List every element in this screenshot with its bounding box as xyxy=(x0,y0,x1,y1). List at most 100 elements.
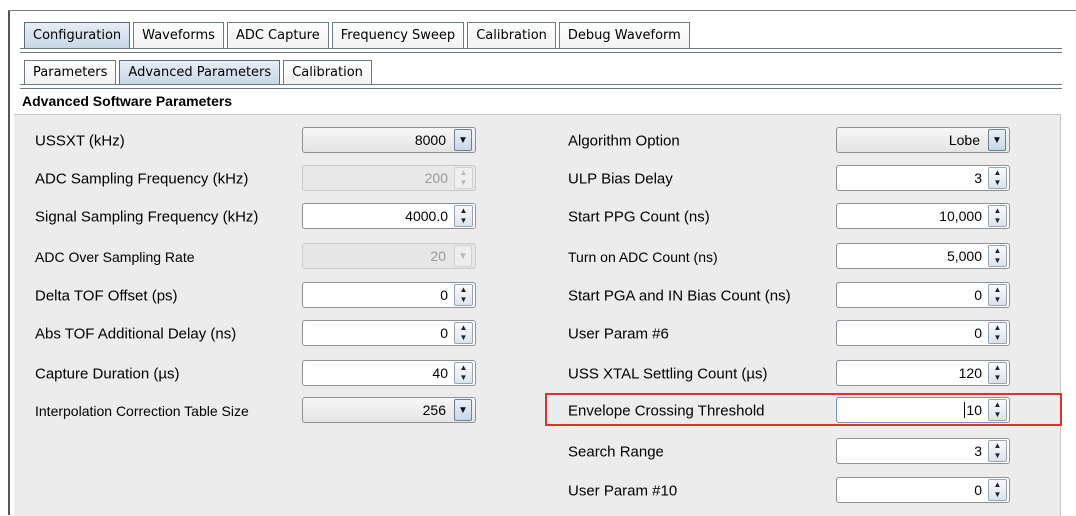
subtab-parameters[interactable]: Parameters xyxy=(24,60,117,85)
param-label: User Param #6 xyxy=(568,325,669,343)
param-row-turn-on-adc-count: Turn on ADC Count (ns) 5,000 ▲ ▼ xyxy=(560,241,1030,273)
tab-waveforms[interactable]: Waveforms xyxy=(133,22,224,49)
combo-value: 8000 xyxy=(414,132,446,148)
sub-tab-bar: Parameters Advanced Parameters Calibrati… xyxy=(24,60,375,85)
spinner-arrows-icon: ▲ ▼ xyxy=(454,167,473,189)
abs-tof-additional-delay-spinner[interactable]: 0 ▲ ▼ xyxy=(302,320,476,346)
capture-duration-spinner[interactable]: 40 ▲ ▼ xyxy=(302,360,476,386)
spinner-value[interactable]: 0 xyxy=(974,482,988,498)
chevron-down-icon[interactable]: ▼ xyxy=(988,129,1006,151)
turn-on-adc-count-spinner[interactable]: 5,000 ▲ ▼ xyxy=(836,243,1010,269)
param-label: Search Range xyxy=(568,443,664,461)
chevron-down-icon[interactable]: ▼ xyxy=(454,129,472,151)
param-label: Signal Sampling Frequency (kHz) xyxy=(35,208,259,226)
interpolation-table-size-combo[interactable]: 256 ▼ xyxy=(302,397,476,423)
start-ppg-count-spinner[interactable]: 10,000 ▲ ▼ xyxy=(836,203,1010,229)
spinner-value[interactable]: 10,000 xyxy=(939,208,988,224)
param-row-search-range: Search Range 3 ▲ ▼ xyxy=(560,436,1030,468)
spinner-arrows-icon[interactable]: ▲ ▼ xyxy=(454,205,473,227)
spinner-value[interactable]: 4000.0 xyxy=(405,208,454,224)
adc-over-sampling-rate-combo: 20 ▼ xyxy=(302,243,476,269)
param-row-signal-sampling-frequency: Signal Sampling Frequency (kHz) 4000.0 ▲… xyxy=(14,201,484,233)
main-tab-bar: Configuration Waveforms ADC Capture Freq… xyxy=(24,22,693,49)
param-row-adc-sampling-frequency: ADC Sampling Frequency (kHz) 200 ▲ ▼ xyxy=(14,163,484,195)
param-row-ulp-bias-delay: ULP Bias Delay 3 ▲ ▼ xyxy=(560,163,1030,195)
spinner-arrows-icon[interactable]: ▲ ▼ xyxy=(988,284,1007,306)
param-label: USS XTAL Settling Count (µs) xyxy=(568,365,768,383)
param-row-user-param-6: User Param #6 0 ▲ ▼ xyxy=(560,318,1030,350)
param-label: Algorithm Option xyxy=(568,132,680,150)
param-label: USSXT (kHz) xyxy=(35,132,125,150)
spinner-arrows-icon[interactable]: ▲ ▼ xyxy=(988,440,1007,462)
signal-sampling-frequency-spinner[interactable]: 4000.0 ▲ ▼ xyxy=(302,203,476,229)
sub-tab-divider xyxy=(20,84,1062,85)
delta-tof-offset-spinner[interactable]: 0 ▲ ▼ xyxy=(302,282,476,308)
main-tab-divider-inner xyxy=(20,52,1062,53)
param-row-interpolation-correction-table-size: Interpolation Correction Table Size 256 … xyxy=(14,395,484,427)
param-label: Capture Duration (µs) xyxy=(35,365,180,383)
param-row-algorithm-option: Algorithm Option Lobe ▼ xyxy=(560,125,1030,157)
spinner-arrows-icon[interactable]: ▲ ▼ xyxy=(454,362,473,384)
sub-tab-divider-inner xyxy=(20,88,1062,89)
tab-configuration[interactable]: Configuration xyxy=(24,22,131,49)
param-label: User Param #10 xyxy=(568,482,678,500)
tab-frequency-sweep[interactable]: Frequency Sweep xyxy=(331,22,465,49)
ussxt-combo[interactable]: 8000 ▼ xyxy=(302,127,476,153)
spinner-arrows-icon[interactable]: ▲ ▼ xyxy=(988,479,1007,501)
section-title: Advanced Software Parameters xyxy=(22,93,233,109)
combo-value: Lobe xyxy=(948,132,980,148)
spinner-value[interactable]: 40 xyxy=(432,365,454,381)
main-tab-divider xyxy=(20,48,1062,49)
spinner-arrows-icon[interactable]: ▲ ▼ xyxy=(988,167,1007,189)
param-label: Abs TOF Additional Delay (ns) xyxy=(35,325,237,343)
chevron-down-icon[interactable]: ▼ xyxy=(454,399,472,421)
algorithm-option-combo[interactable]: Lobe ▼ xyxy=(836,127,1010,153)
spinner-arrows-icon[interactable]: ▲ ▼ xyxy=(454,322,473,344)
combo-value: 256 xyxy=(422,402,446,418)
uss-xtal-settling-count-spinner[interactable]: 120 ▲ ▼ xyxy=(836,360,1010,386)
param-row-user-param-10: User Param #10 0 ▲ ▼ xyxy=(560,475,1030,507)
spinner-arrows-icon[interactable]: ▲ ▼ xyxy=(988,205,1007,227)
param-label: Turn on ADC Count (ns) xyxy=(568,249,718,265)
spinner-arrows-icon[interactable]: ▲ ▼ xyxy=(454,284,473,306)
tab-calibration[interactable]: Calibration xyxy=(467,22,556,49)
param-label: ADC Over Sampling Rate xyxy=(35,249,195,265)
start-pga-in-bias-count-spinner[interactable]: 0 ▲ ▼ xyxy=(836,282,1010,308)
combo-value: 20 xyxy=(430,248,446,264)
spinner-value[interactable]: 3 xyxy=(974,170,988,186)
param-label: ADC Sampling Frequency (kHz) xyxy=(35,170,249,188)
chevron-down-icon: ▼ xyxy=(454,245,472,267)
param-row-adc-over-sampling-rate: ADC Over Sampling Rate 20 ▼ xyxy=(14,241,484,273)
param-row-uss-xtal-settling-count: USS XTAL Settling Count (µs) 120 ▲ ▼ xyxy=(560,358,1030,390)
subtab-calibration[interactable]: Calibration xyxy=(283,60,372,85)
spinner-value[interactable]: 0 xyxy=(974,325,988,341)
param-row-start-pga-in-bias-count: Start PGA and IN Bias Count (ns) 0 ▲ ▼ xyxy=(560,280,1030,312)
user-param-10-spinner[interactable]: 0 ▲ ▼ xyxy=(836,477,1010,503)
spinner-arrows-icon[interactable]: ▲ ▼ xyxy=(988,322,1007,344)
spinner-value: 200 xyxy=(424,170,448,186)
param-row-capture-duration: Capture Duration (µs) 40 ▲ ▼ xyxy=(14,358,484,390)
param-label: ULP Bias Delay xyxy=(568,170,673,188)
tab-debug-waveform[interactable]: Debug Waveform xyxy=(558,22,690,49)
param-row-abs-tof-additional-delay: Abs TOF Additional Delay (ns) 0 ▲ ▼ xyxy=(14,318,484,350)
spinner-value[interactable]: 0 xyxy=(440,325,454,341)
spinner-value[interactable]: 0 xyxy=(440,287,454,303)
param-label: Start PGA and IN Bias Count (ns) xyxy=(568,287,791,305)
adc-sampling-frequency-spinner: 200 ▲ ▼ xyxy=(302,165,476,191)
window-frame-top xyxy=(8,10,1076,11)
param-row-delta-tof-offset: Delta TOF Offset (ps) 0 ▲ ▼ xyxy=(14,280,484,312)
param-label: Start PPG Count (ns) xyxy=(568,208,710,226)
spinner-arrows-icon[interactable]: ▲ ▼ xyxy=(988,362,1007,384)
spinner-value[interactable]: 3 xyxy=(974,443,988,459)
window-frame-left xyxy=(8,10,10,515)
ulp-bias-delay-spinner[interactable]: 3 ▲ ▼ xyxy=(836,165,1010,191)
subtab-advanced-parameters[interactable]: Advanced Parameters xyxy=(119,60,281,85)
spinner-value[interactable]: 5,000 xyxy=(947,248,988,264)
spinner-value[interactable]: 120 xyxy=(959,365,988,381)
tab-adc-capture[interactable]: ADC Capture xyxy=(226,22,329,49)
user-param-6-spinner[interactable]: 0 ▲ ▼ xyxy=(836,320,1010,346)
param-label: Delta TOF Offset (ps) xyxy=(35,287,178,305)
search-range-spinner[interactable]: 3 ▲ ▼ xyxy=(836,438,1010,464)
spinner-arrows-icon[interactable]: ▲ ▼ xyxy=(988,245,1007,267)
spinner-value[interactable]: 0 xyxy=(974,287,988,303)
